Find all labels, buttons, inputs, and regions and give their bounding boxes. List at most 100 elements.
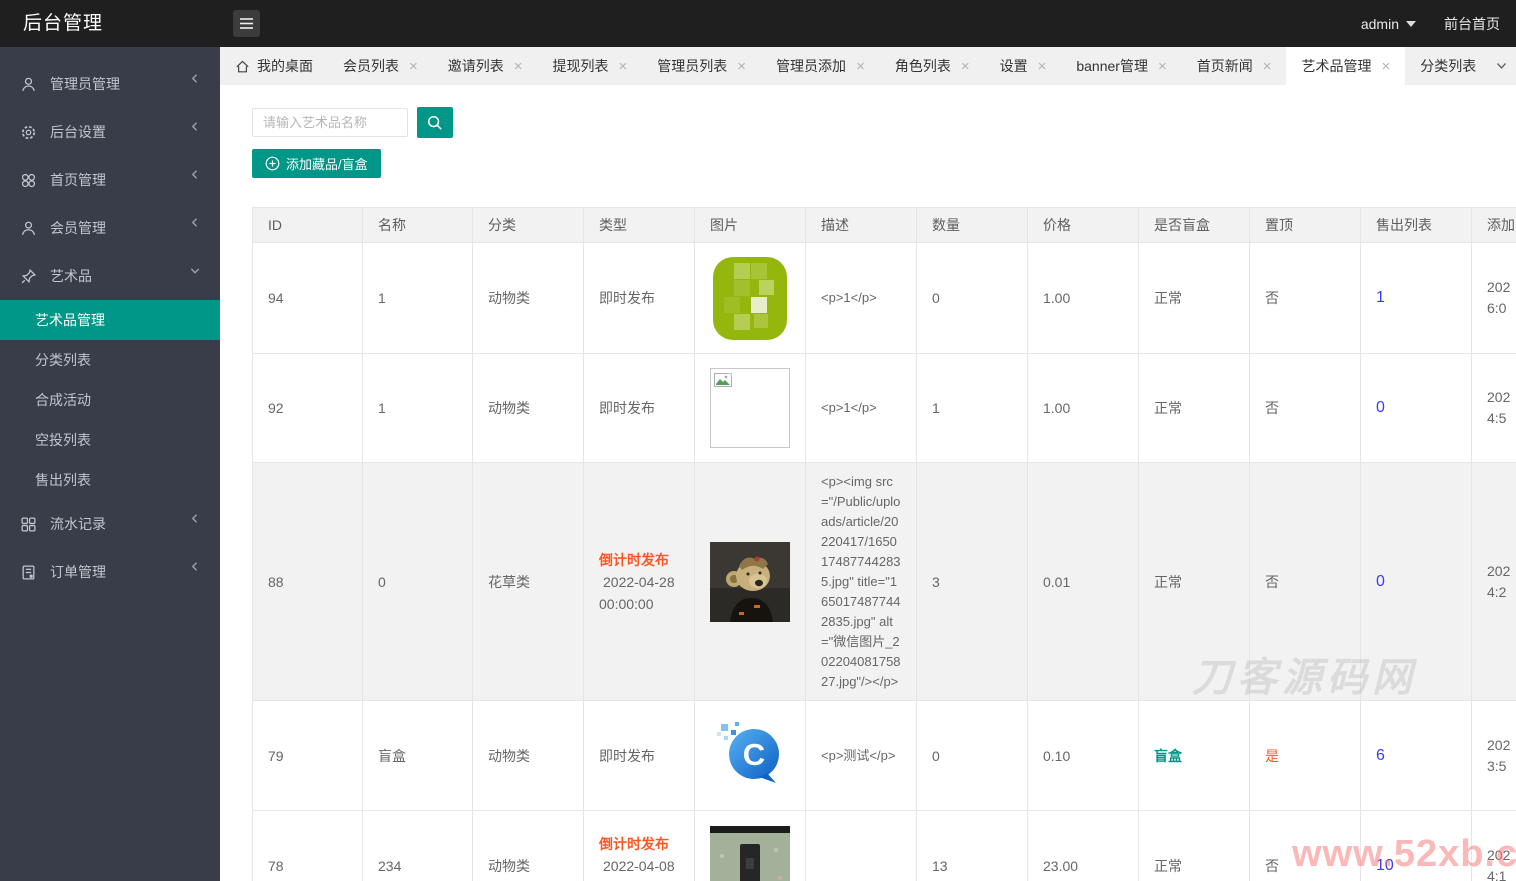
cell-text: 动物类 [488, 857, 530, 874]
cell-sold: 6 [1361, 701, 1472, 811]
top-status: 是 [1265, 747, 1279, 764]
close-icon[interactable]: × [1263, 59, 1272, 74]
cell-blind: 盲盒 [1139, 701, 1250, 811]
cell-time: 202 3:5 [1472, 701, 1516, 811]
topbar: 后台管理 admin 前台首页 [0, 0, 1516, 47]
close-icon[interactable]: × [619, 59, 628, 74]
column-header: 是否盲盒 [1139, 208, 1250, 243]
cell-text: 88 [268, 573, 284, 590]
search-button[interactable] [417, 107, 453, 138]
cell-qty: 1 [917, 354, 1028, 463]
tab-label: 管理员添加 [776, 58, 847, 74]
artwork-image-monkey [710, 541, 790, 622]
tab-withdraw-list[interactable]: 提现列表 × [538, 47, 643, 85]
close-icon[interactable]: × [961, 59, 970, 74]
cell-text: 动物类 [488, 747, 530, 764]
cell-name: 盲盒 [363, 701, 473, 811]
column-header-label: 图片 [710, 217, 738, 233]
sidebar-item-artwork-management[interactable]: 艺术品管理 [0, 300, 220, 340]
add-time-text: 3:5 [1487, 757, 1507, 774]
close-icon[interactable]: × [1038, 59, 1047, 74]
tab-banner-management[interactable]: banner管理 × [1061, 47, 1181, 85]
cell-name: 234 [363, 811, 473, 881]
tab-label: 邀请列表 [447, 58, 504, 74]
front-home-link[interactable]: 前台首页 [1444, 14, 1500, 34]
cell-blind: 正常 [1139, 463, 1250, 701]
add-time-text: 202 [1487, 736, 1511, 753]
sidebar-item-artworks[interactable]: 艺术品 [0, 252, 220, 300]
description-text: <p><img src="/Public/uploads/article/202… [821, 473, 901, 689]
top-status: 否 [1265, 857, 1279, 874]
sold-count-link[interactable]: 1 [1376, 289, 1385, 307]
cell-qty: 0 [917, 701, 1028, 811]
tab-home-news[interactable]: 首页新闻 × [1182, 47, 1287, 85]
close-icon[interactable]: × [1158, 59, 1167, 74]
type-text: 即时发布 [599, 287, 655, 309]
tab-desktop[interactable]: 我的桌面 [220, 47, 328, 85]
column-header-label: 分类 [488, 217, 516, 233]
type-label: 倒计时发布 [599, 835, 669, 852]
tab-invite-list[interactable]: 邀请列表 × [433, 47, 538, 85]
cell-text: 1.00 [1043, 400, 1071, 416]
close-icon[interactable]: × [1381, 59, 1390, 74]
cell-price: 1.00 [1028, 243, 1139, 354]
type-countdown: 2022-04-28 00:00:00 [599, 573, 675, 612]
sidebar-item-admin-management[interactable]: 管理员管理 [0, 60, 220, 108]
tab-member-list[interactable]: 会员列表 × [328, 47, 433, 85]
cell-text: 3 [932, 573, 940, 590]
column-header-label: 置顶 [1265, 217, 1293, 233]
sidebar-item-order-management[interactable]: 订单管理 [0, 548, 220, 596]
sidebar-item-backend-settings[interactable]: 后台设置 [0, 108, 220, 156]
svg-text:C: C [743, 737, 765, 772]
search-input[interactable] [252, 108, 408, 137]
add-button-label: 添加藏品/盲盒 [286, 157, 368, 172]
chevron-left-icon [190, 169, 200, 180]
add-time-text: 202 [1487, 279, 1511, 295]
tab-artwork-management[interactable]: 艺术品管理 × [1286, 47, 1406, 85]
add-artwork-button[interactable]: 添加藏品/盲盒 [252, 149, 381, 178]
cell-desc: <p><img src="/Public/uploads/article/202… [806, 463, 917, 701]
artwork-image-pixel-art [710, 252, 790, 344]
grid-icon [20, 516, 37, 533]
close-icon[interactable]: × [856, 59, 865, 74]
tab-settings[interactable]: 设置 × [985, 47, 1062, 85]
sidebar-item-member-management[interactable]: 会员管理 [0, 204, 220, 252]
tab-category-list-tab[interactable]: 分类列表× [1405, 47, 1486, 85]
blind-box-status: 正常 [1154, 290, 1182, 306]
close-icon[interactable]: × [409, 59, 418, 74]
cell-id: 78 [253, 811, 363, 881]
cell-desc: <p>测试</p> [806, 701, 917, 811]
tab-admin-list[interactable]: 管理员列表 × [642, 47, 761, 85]
sidebar-item-airdrop-list[interactable]: 空投列表 [0, 420, 220, 460]
sidebar-item-category-list[interactable]: 分类列表 [0, 340, 220, 380]
cell-blind: 正常 [1139, 354, 1250, 463]
sidebar-item-compose-activity[interactable]: 合成活动 [0, 380, 220, 420]
tab-label: banner管理 [1076, 58, 1148, 74]
blind-box-status: 盲盒 [1154, 747, 1182, 764]
close-icon[interactable]: × [514, 59, 523, 74]
table-row: 78 234 动物类 倒计时发布 2022-04-08 00:00:00 13 23.00 正… [253, 811, 1516, 881]
admin-dropdown[interactable]: admin [1361, 16, 1416, 32]
sidebar-item-home-management[interactable]: 首页管理 [0, 156, 220, 204]
cell-name: 1 [363, 243, 473, 354]
sold-count-link[interactable]: 10 [1376, 857, 1394, 875]
type-label: 即时发布 [599, 747, 655, 764]
cell-text: 78 [268, 857, 284, 874]
tab-admin-add[interactable]: 管理员添加 × [761, 47, 880, 85]
column-header: 名称 [363, 208, 473, 243]
sidebar-subitem-label: 合成活动 [35, 392, 91, 408]
tab-label: 艺术品管理 [1301, 58, 1372, 74]
tab-role-list[interactable]: 角色列表 × [880, 47, 985, 85]
sidebar-item-label: 艺术品 [50, 268, 92, 284]
cell-sold: 1 [1361, 243, 1472, 354]
close-icon[interactable]: × [737, 59, 746, 74]
hamburger-button[interactable] [233, 10, 260, 37]
sold-count-link[interactable]: 6 [1376, 747, 1385, 765]
sold-count-link[interactable]: 0 [1376, 399, 1385, 417]
sidebar-item-transaction-records[interactable]: 流水记录 [0, 500, 220, 548]
add-time-text: 4:2 [1487, 583, 1507, 600]
sold-count-link[interactable]: 0 [1376, 573, 1385, 591]
sidebar-item-sold-list[interactable]: 售出列表 [0, 460, 220, 500]
tab-more-button[interactable] [1486, 47, 1516, 85]
cell-text: 动物类 [488, 290, 530, 306]
